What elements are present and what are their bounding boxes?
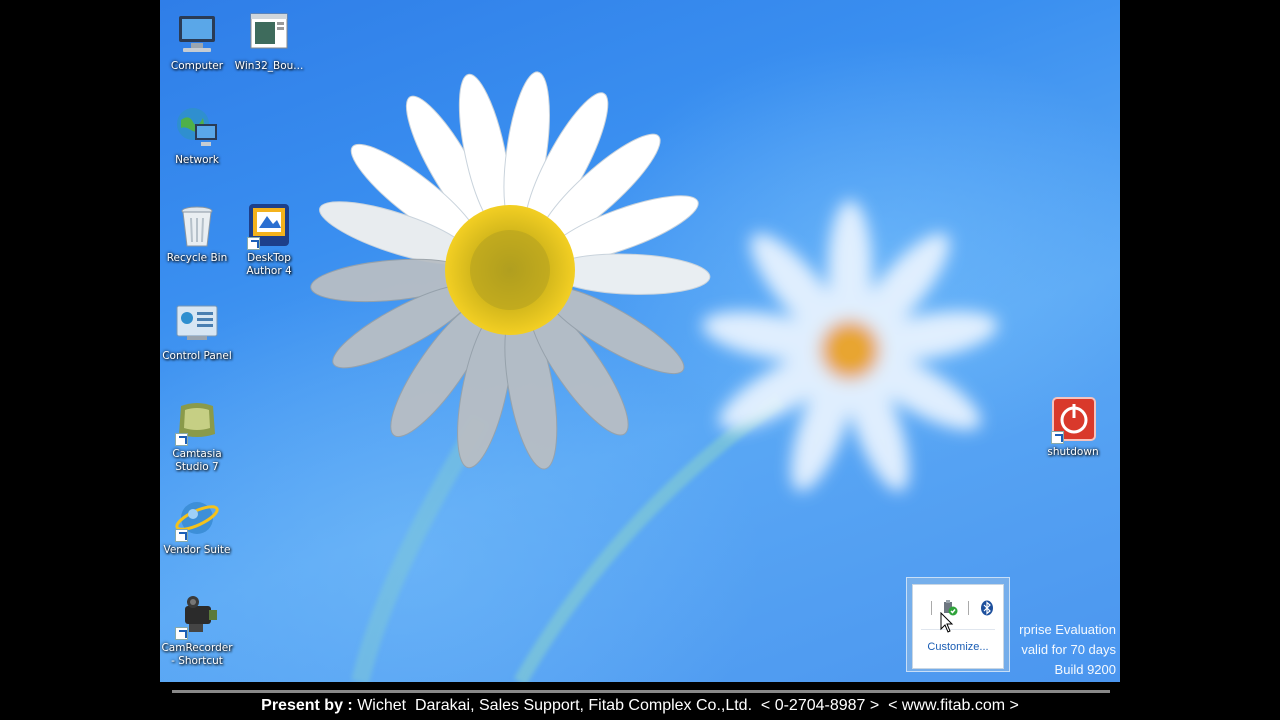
desktop-icon-label: Network	[175, 154, 219, 166]
desktop-icon-win32[interactable]: Win32_Bou...	[232, 10, 306, 73]
desktop-icon-label: DeskTop Author 4	[246, 252, 292, 277]
desktop-icon-vendor-suite[interactable]: Vendor Suite	[160, 494, 234, 557]
desktop-icon-computer[interactable]: Computer	[160, 10, 234, 73]
presenter-caption: Present by : Wichet Darakai, Sales Suppo…	[0, 697, 1280, 715]
camcorder-icon	[173, 592, 221, 640]
desktop-icon-label: CamRecorder - Shortcut	[161, 642, 233, 667]
watermark-line: valid for 70 days	[1021, 642, 1116, 657]
desktop-icon-camtasia[interactable]: Camtasia Studio 7	[160, 398, 234, 474]
desktop-icon-network[interactable]: Network	[160, 104, 234, 167]
shortcut-arrow-icon	[175, 627, 188, 640]
tray-popup-panel: Customize...	[912, 584, 1004, 669]
network-globe-icon	[173, 104, 221, 152]
customize-link[interactable]: Customize...	[913, 641, 1003, 653]
desktop-icon-recycle-bin[interactable]: Recycle Bin	[160, 202, 234, 265]
vendor-suite-icon	[173, 494, 221, 542]
desktop-icon-camrecorder[interactable]: CamRecorder - Shortcut	[160, 592, 234, 668]
camtasia-icon	[173, 398, 221, 446]
caption-prefix: Present by :	[261, 697, 358, 714]
recycle-bin-icon	[173, 202, 221, 250]
desktop-author-icon	[245, 202, 293, 250]
power-icon	[1049, 396, 1097, 444]
desktop-icon-desktop-author[interactable]: DeskTop Author 4	[232, 202, 306, 278]
desktop-icon-label: Recycle Bin	[166, 252, 228, 264]
desktop-icon-label: Control Panel	[162, 350, 232, 362]
control-panel-icon	[173, 300, 221, 348]
desktop-icon-label: Win32_Bou...	[234, 60, 304, 72]
desktop-icon-control-panel[interactable]: Control Panel	[160, 300, 234, 363]
window-icon	[245, 10, 293, 58]
desktop-icon-label: Vendor Suite	[163, 544, 231, 556]
tray-popup-divider	[921, 629, 995, 630]
notification-area-overflow-popup: Customize...	[906, 577, 1010, 672]
shortcut-arrow-icon	[175, 529, 188, 542]
watermark-line: Build 9200	[1054, 662, 1116, 677]
tray-separator	[931, 601, 932, 615]
caption-divider-line	[172, 690, 1110, 693]
shortcut-arrow-icon	[247, 237, 260, 250]
tray-separator	[968, 601, 969, 615]
shortcut-arrow-icon	[175, 433, 188, 446]
caption-body: Wichet Darakai, Sales Support, Fitab Com…	[357, 697, 1019, 714]
desktop-icon-shutdown[interactable]: shutdown	[1036, 396, 1110, 459]
mouse-cursor-icon	[940, 612, 954, 633]
watermark-line: rprise Evaluation	[1019, 622, 1116, 637]
desktop-icon-label: shutdown	[1047, 446, 1099, 458]
shortcut-arrow-icon	[1051, 431, 1064, 444]
windows-evaluation-watermark: rprise Evaluation valid for 70 days Buil…	[1019, 620, 1116, 680]
bluetooth-icon[interactable]	[979, 600, 995, 616]
computer-icon	[173, 10, 221, 58]
desktop-icon-label: Camtasia Studio 7	[172, 448, 222, 473]
desktop-icon-label: Computer	[170, 60, 224, 72]
